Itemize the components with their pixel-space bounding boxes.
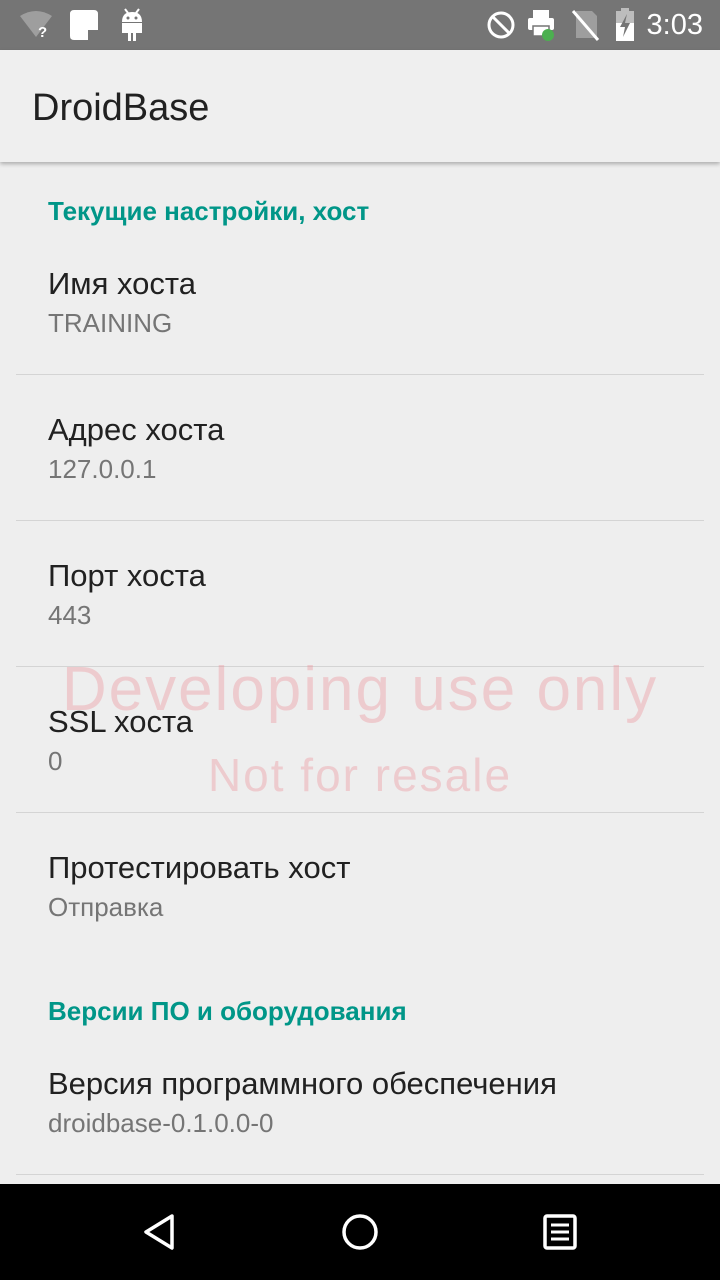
pref-host-name[interactable]: Имя хоста TRAINING <box>0 228 720 374</box>
pref-summary: Отправка <box>48 892 164 922</box>
back-triangle-icon <box>144 1214 174 1250</box>
pref-summary: droidbase-0.1.0.0-0 <box>48 1108 274 1138</box>
pref-host-port[interactable]: Порт хоста 443 <box>0 520 720 666</box>
android-icon <box>118 0 146 50</box>
category-header-host-settings: Текущие настройки, хост <box>48 196 370 226</box>
back-button[interactable] <box>100 1184 220 1280</box>
recents-button[interactable] <box>500 1184 620 1280</box>
pref-title: Порт хоста <box>48 558 206 593</box>
divider <box>16 1174 704 1175</box>
wifi-unknown-icon: ? <box>18 0 54 50</box>
no-sim-icon <box>570 0 600 50</box>
pref-title: Протестировать хост <box>48 850 351 885</box>
navigation-bar <box>0 1184 720 1280</box>
svg-text:?: ? <box>38 24 47 40</box>
status-time: 3:03 <box>646 9 703 41</box>
pref-title: Версия программного обеспечения <box>48 1066 557 1101</box>
pref-host-address[interactable]: Адрес хоста 127.0.0.1 <box>0 374 720 520</box>
do-not-disturb-icon <box>486 0 516 50</box>
home-circle-icon <box>342 1214 378 1250</box>
pref-title: SSL хоста <box>48 704 194 739</box>
home-button[interactable] <box>300 1184 420 1280</box>
pref-summary: 0 <box>48 746 63 776</box>
settings-list: Текущие настройки, хост Имя хоста TRAINI… <box>0 162 720 1184</box>
pref-software-version[interactable]: Версия программного обеспечения droidbas… <box>0 1030 720 1176</box>
pref-title: Адрес хоста <box>48 412 225 447</box>
pref-summary: TRAINING <box>48 308 173 338</box>
printer-icon <box>526 0 558 50</box>
app-title: DroidBase <box>32 87 210 129</box>
battery-charging-icon <box>614 0 636 50</box>
category-header-versions: Версии ПО и оборудования <box>48 996 407 1026</box>
app-bar: DroidBase <box>0 50 720 162</box>
recents-list-icon <box>543 1214 577 1250</box>
pref-summary: 127.0.0.1 <box>48 454 157 484</box>
pref-summary: 443 <box>48 600 92 630</box>
sim-card-icon <box>68 0 100 50</box>
pref-title: Имя хоста <box>48 266 196 301</box>
pref-test-host[interactable]: Протестировать хост Отправка <box>0 812 720 958</box>
status-bar: ? 3:03 <box>0 0 720 50</box>
pref-host-ssl[interactable]: SSL хоста 0 <box>0 666 720 812</box>
